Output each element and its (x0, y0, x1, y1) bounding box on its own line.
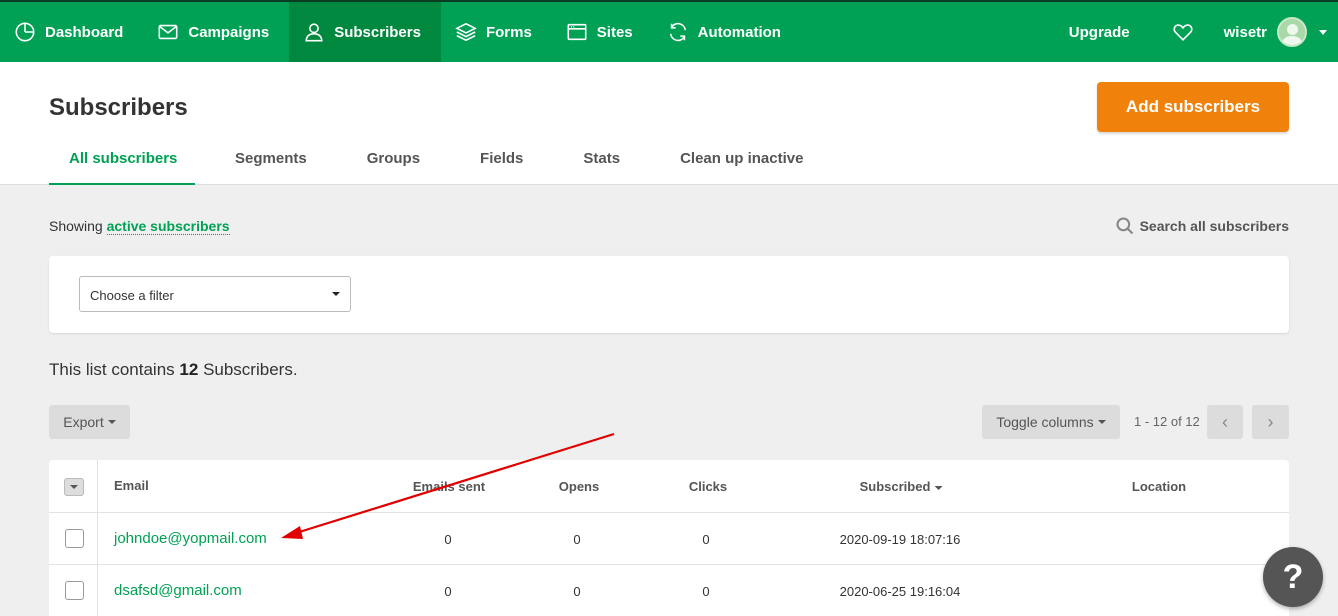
table-row[interactable]: dsafsd@gmail.com 0 0 0 2020-06-25 19:16:… (49, 565, 1289, 616)
username[interactable]: wisetr (1224, 24, 1267, 41)
clicks-value: 0 (702, 584, 710, 599)
tab-stats[interactable]: Stats (583, 142, 620, 185)
pager-text: 1 - 12 of 12 (1134, 414, 1200, 429)
filter-select[interactable]: Choose a filter (79, 276, 351, 312)
user-icon (305, 23, 323, 42)
top-nav: Dashboard Campaigns Subscribers Forms Si… (0, 0, 1338, 62)
row-checkbox[interactable] (65, 581, 84, 600)
caret-down-icon (1097, 420, 1106, 424)
sort-caret-icon (934, 485, 943, 490)
search-icon (1116, 217, 1133, 235)
active-subscribers-link[interactable]: active subscribers (106, 218, 230, 235)
showing-line: Showing active subscribers (49, 218, 230, 235)
column-opens[interactable]: Opens (559, 479, 599, 494)
caret-down-icon (70, 485, 78, 489)
question-mark-icon: ? (1282, 557, 1304, 596)
nav-right: Upgrade wisetr (1069, 2, 1338, 62)
nav-sites-label: Sites (596, 23, 633, 41)
nav-forms[interactable]: Forms (441, 2, 552, 62)
subscriber-email[interactable]: johndoe@yopmail.com (114, 530, 267, 547)
avatar[interactable] (1277, 17, 1307, 47)
help-button[interactable]: ? (1263, 547, 1323, 607)
nav-forms-label: Forms (485, 23, 532, 41)
column-subscribed-label: Subscribed (859, 479, 931, 494)
upgrade-link[interactable]: Upgrade (1069, 24, 1130, 41)
refresh-icon (669, 22, 686, 42)
envelope-icon (158, 24, 178, 40)
next-page-button[interactable]: › (1252, 405, 1289, 439)
filter-select-value: Choose a filter (90, 288, 174, 303)
filter-panel: Choose a filter (49, 256, 1289, 333)
subscribed-date: 2020-09-19 18:07:16 (839, 532, 961, 547)
nav-automation-label: Automation (697, 23, 781, 41)
export-button[interactable]: Export (49, 405, 130, 439)
subscriber-email[interactable]: dsafsd@gmail.com (114, 582, 242, 599)
count-number: 12 (179, 360, 199, 379)
showing-prefix: Showing (49, 218, 103, 234)
subscribed-date: 2020-06-25 19:16:04 (839, 584, 961, 599)
caret-down-icon (107, 420, 116, 424)
browser-window-icon (567, 23, 587, 41)
heart-icon[interactable] (1172, 21, 1194, 43)
page-title: Subscribers (49, 94, 188, 121)
nav-sites[interactable]: Sites (552, 2, 653, 62)
table-header: Email Emails sent Opens Clicks Subscribe… (49, 460, 1289, 513)
chevron-left-icon: ‹ (1222, 411, 1228, 432)
tab-clean-up-inactive[interactable]: Clean up inactive (680, 142, 803, 185)
clicks-value: 0 (702, 532, 710, 547)
user-menu-chevron-down-icon[interactable] (1319, 29, 1327, 35)
column-subscribed[interactable]: Subscribed (860, 479, 943, 494)
tab-segments[interactable]: Segments (235, 142, 307, 185)
layers-icon (455, 22, 477, 42)
count-suffix: Subscribers. (203, 360, 298, 379)
column-clicks[interactable]: Clicks (689, 479, 727, 494)
page-header: Subscribers Add subscribers All subscrib… (0, 62, 1338, 185)
tab-groups[interactable]: Groups (367, 142, 420, 185)
emails-sent-value: 0 (444, 532, 452, 547)
subscriber-tabs: All subscribers Segments Groups Fields S… (49, 142, 803, 186)
caret-down-icon (332, 292, 340, 296)
opens-value: 0 (573, 532, 581, 547)
count-prefix: This list contains (49, 360, 175, 379)
column-location[interactable]: Location (1132, 479, 1186, 494)
search-all-subscribers[interactable]: Search all subscribers (1115, 216, 1289, 236)
toggle-columns-label: Toggle columns (996, 414, 1094, 430)
nav-subscribers[interactable]: Subscribers (289, 2, 441, 62)
nav-subscribers-label: Subscribers (334, 23, 421, 41)
nav-campaigns-label: Campaigns (188, 23, 270, 41)
nav-dashboard[interactable]: Dashboard (0, 2, 143, 62)
row-checkbox[interactable] (65, 529, 84, 548)
column-email[interactable]: Email (114, 478, 149, 493)
dashboard-icon (15, 22, 35, 42)
chevron-right-icon: › (1267, 411, 1274, 432)
tab-fields[interactable]: Fields (480, 142, 523, 185)
column-emails-sent[interactable]: Emails sent (413, 479, 485, 494)
prev-page-button[interactable]: ‹ (1207, 405, 1243, 439)
select-all-checkbox[interactable] (64, 478, 84, 496)
opens-value: 0 (573, 584, 581, 599)
subscribers-table: Email Emails sent Opens Clicks Subscribe… (49, 460, 1289, 616)
add-subscribers-button[interactable]: Add subscribers (1097, 82, 1289, 132)
emails-sent-value: 0 (444, 584, 452, 599)
search-all-label: Search all subscribers (1139, 218, 1289, 234)
nav-campaigns[interactable]: Campaigns (143, 2, 289, 62)
export-label: Export (63, 414, 104, 430)
tab-all-subscribers[interactable]: All subscribers (49, 142, 195, 185)
subscriber-count: This list contains 12 Subscribers. (49, 360, 298, 380)
toggle-columns-button[interactable]: Toggle columns (982, 405, 1120, 439)
nav-automation[interactable]: Automation (653, 2, 801, 62)
nav-dashboard-label: Dashboard (45, 23, 124, 41)
table-row[interactable]: johndoe@yopmail.com 0 0 0 2020-09-19 18:… (49, 513, 1289, 565)
